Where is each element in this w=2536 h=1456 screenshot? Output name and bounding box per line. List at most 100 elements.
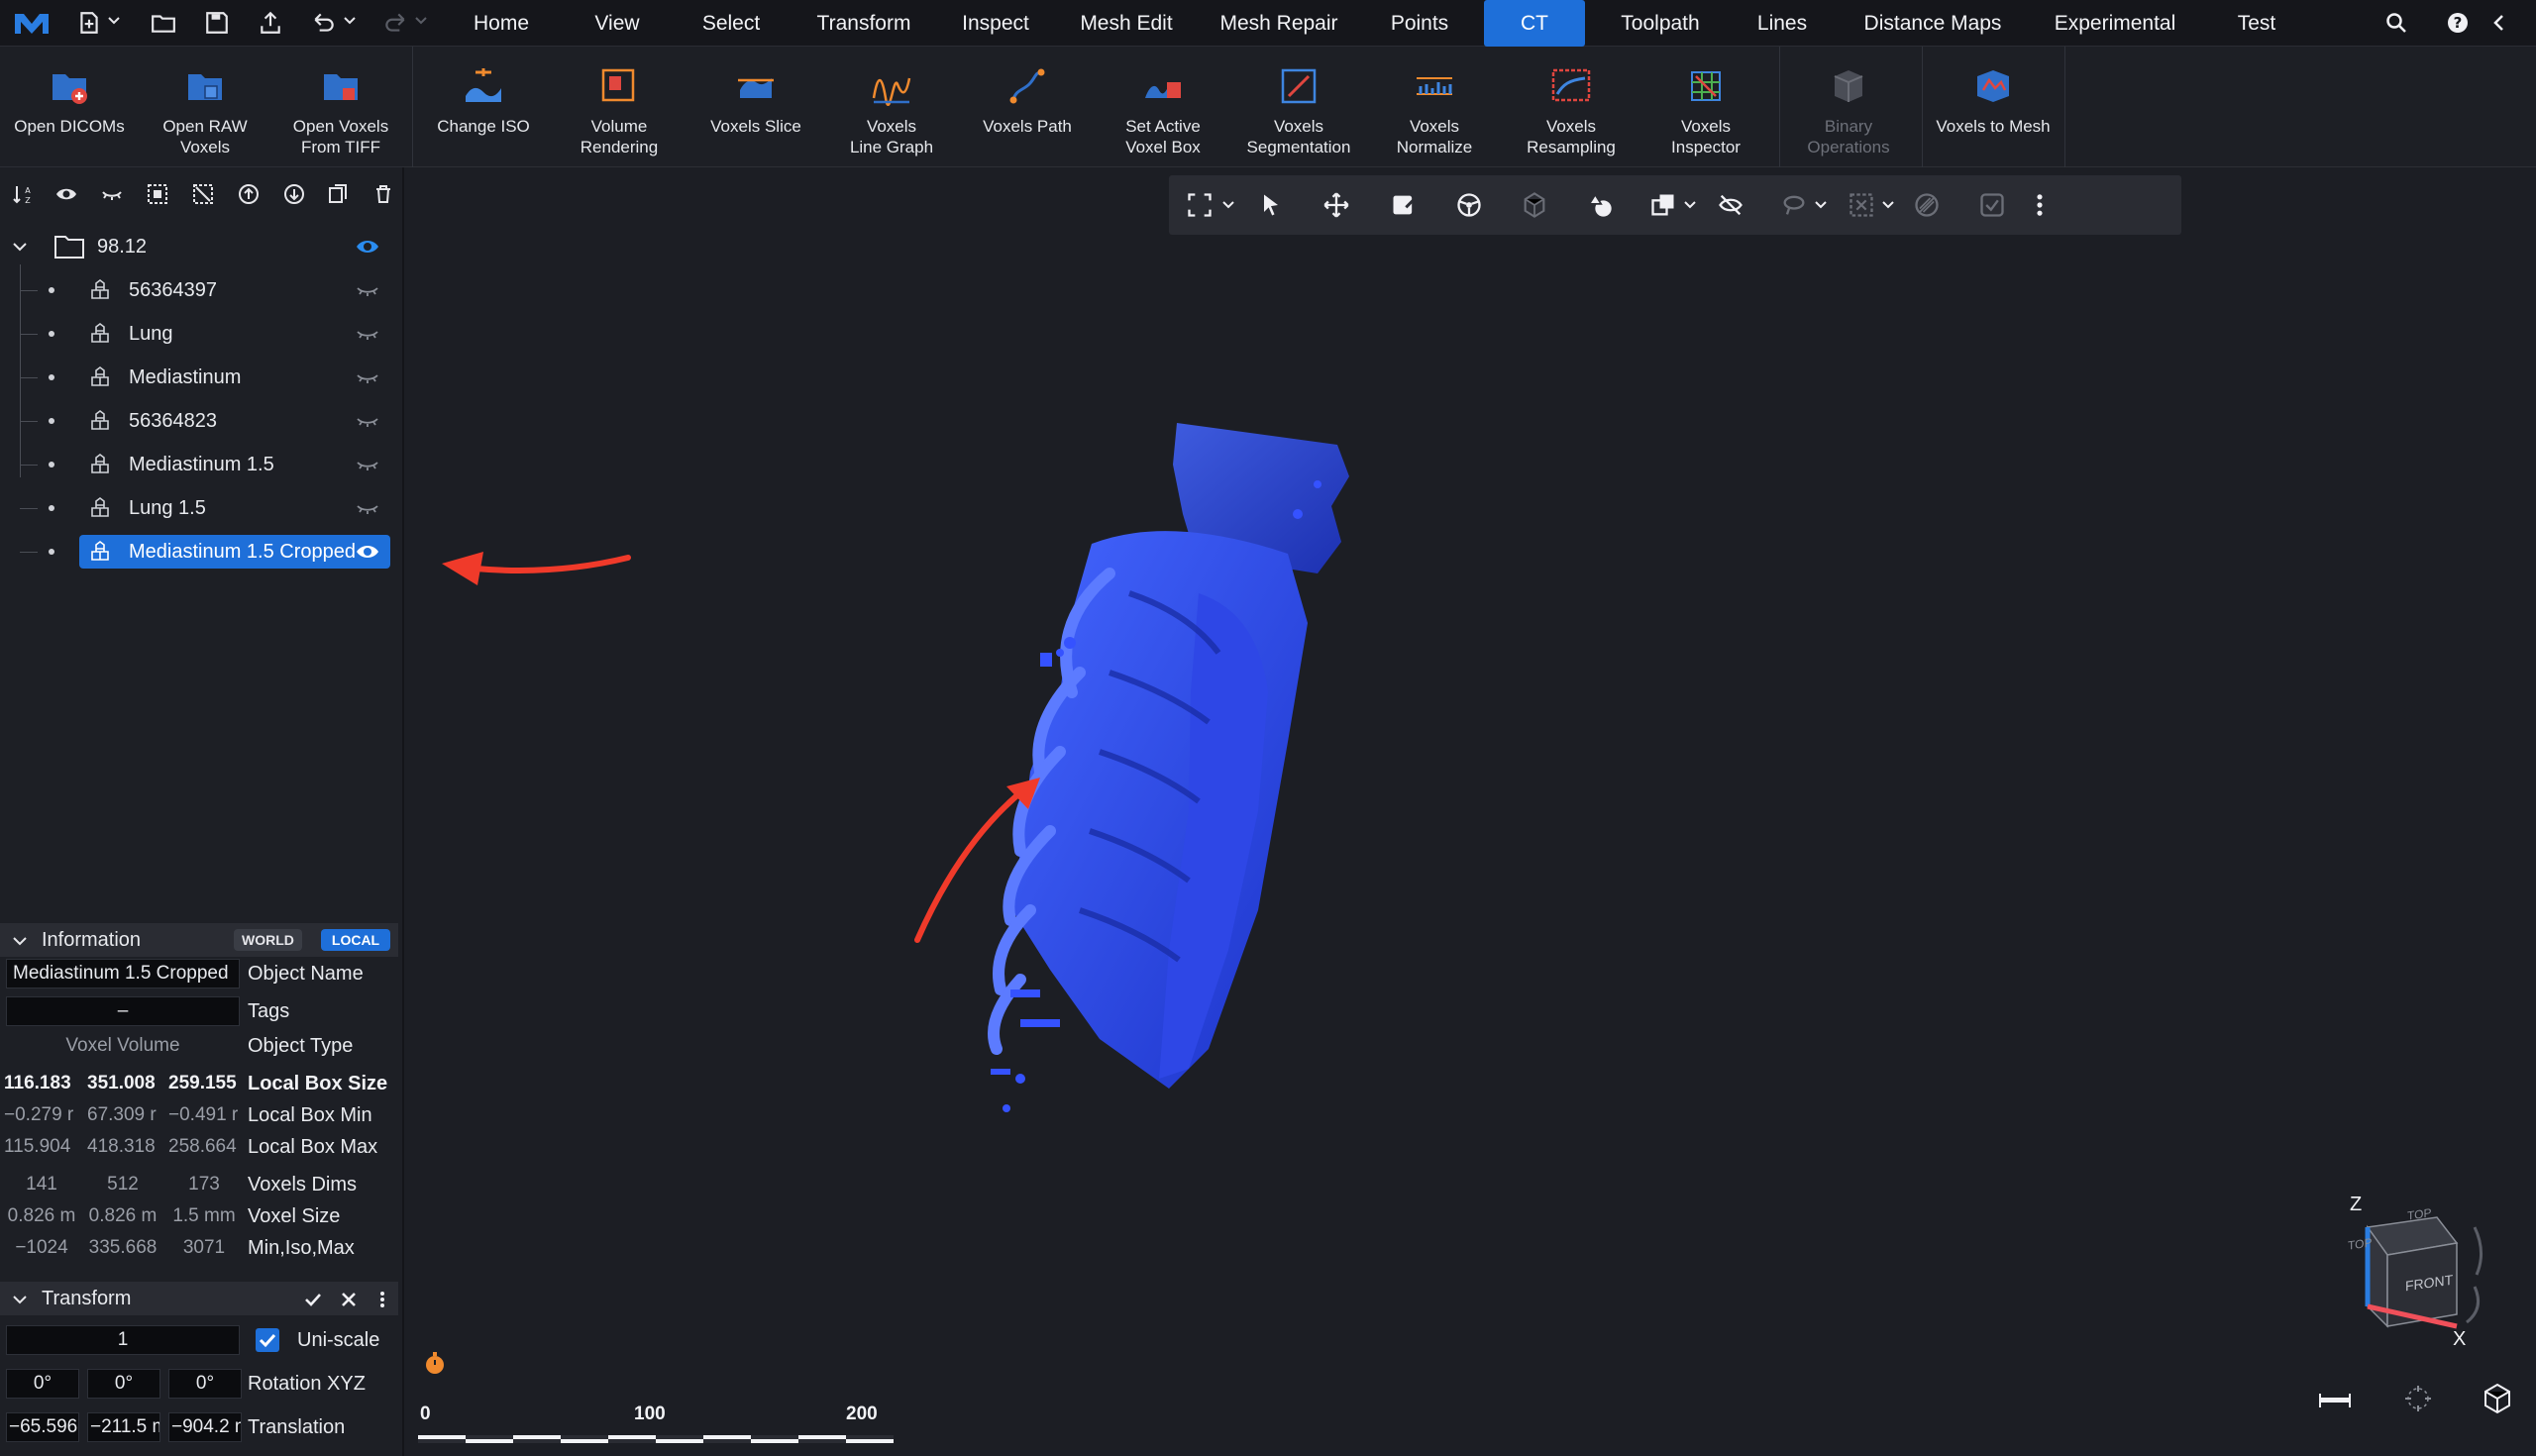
- no-select-icon[interactable]: [1912, 190, 1942, 220]
- show-icon[interactable]: [52, 179, 81, 209]
- export-icon[interactable]: [254, 8, 287, 38]
- menu-toolpath[interactable]: Toolpath: [1609, 0, 1712, 47]
- lasso-icon[interactable]: [1779, 190, 1809, 220]
- translation-x-field[interactable]: −65.596: [6, 1412, 79, 1442]
- voxels-inspector-button[interactable]: Voxels Inspector: [1638, 47, 1773, 167]
- hide-section-icon[interactable]: [1716, 190, 1745, 220]
- fit-view-icon[interactable]: [1185, 190, 1215, 220]
- voxels-line-graph-button[interactable]: Voxels Line Graph: [826, 47, 957, 167]
- steering-icon[interactable]: [1454, 190, 1484, 220]
- chevron-down-icon[interactable]: [12, 1292, 28, 1307]
- binary-operations-button[interactable]: Binary Operations: [1781, 47, 1916, 167]
- checkbox-icon[interactable]: [1977, 190, 2007, 220]
- timer-icon[interactable]: [422, 1350, 448, 1376]
- tree-item-selected[interactable]: Mediastinum 1.5 Cropped: [0, 535, 396, 569]
- menu-inspect[interactable]: Inspect: [953, 0, 1038, 47]
- eye-hidden-icon[interactable]: [355, 322, 380, 346]
- transform-header[interactable]: Transform: [0, 1282, 398, 1315]
- voxels-normalize-button[interactable]: Voxels Normalize: [1367, 47, 1502, 167]
- menu-ct[interactable]: CT: [1484, 0, 1585, 47]
- mesh-gear-icon[interactable]: [1520, 190, 1549, 220]
- rotation-z-field[interactable]: 0°: [168, 1369, 242, 1399]
- cube-view-icon[interactable]: [2481, 1382, 2514, 1415]
- save-icon[interactable]: [200, 8, 234, 38]
- chevron-down-icon[interactable]: [12, 239, 28, 255]
- voxels-slice-button[interactable]: Voxels Slice: [689, 47, 822, 167]
- chevron-down-icon[interactable]: [107, 14, 121, 28]
- eye-hidden-icon[interactable]: [355, 453, 380, 476]
- pointer-icon[interactable]: [1256, 190, 1286, 220]
- rotation-y-field[interactable]: 0°: [87, 1369, 160, 1399]
- edit-object-icon[interactable]: [1389, 190, 1419, 220]
- voxels-path-button[interactable]: Voxels Path: [961, 47, 1094, 167]
- hide-icon[interactable]: [97, 179, 127, 209]
- menu-test[interactable]: Test: [2223, 0, 2290, 47]
- chevron-down-icon[interactable]: [414, 14, 428, 28]
- menu-transform[interactable]: Transform: [804, 0, 923, 47]
- tree-item[interactable]: Mediastinum: [0, 361, 396, 394]
- eye-visible-icon[interactable]: [355, 235, 380, 259]
- chevron-down-icon[interactable]: [1880, 197, 1896, 213]
- translation-z-field[interactable]: −904.2 m: [168, 1412, 242, 1442]
- eye-visible-icon[interactable]: [355, 540, 380, 564]
- app-logo-icon[interactable]: [8, 8, 55, 38]
- help-icon[interactable]: ?: [2443, 8, 2473, 38]
- object-name-field[interactable]: Mediastinum 1.5 Cropped: [6, 959, 240, 988]
- local-toggle[interactable]: LOCAL: [321, 929, 390, 951]
- translation-y-field[interactable]: −211.5 m: [87, 1412, 160, 1442]
- menu-lines[interactable]: Lines: [1749, 0, 1815, 47]
- open-raw-voxels-button[interactable]: Open RAW Voxels: [141, 47, 269, 167]
- menu-mesh-repair[interactable]: Mesh Repair: [1215, 0, 1343, 47]
- 3d-viewport[interactable]: 0 100 200 TOP TOP FRONT Z X: [406, 167, 2536, 1456]
- open-dicoms-button[interactable]: Open DICOMs: [4, 47, 135, 167]
- delete-icon[interactable]: [369, 179, 398, 209]
- rotation-x-field[interactable]: 0°: [6, 1369, 79, 1399]
- tree-item[interactable]: Lung: [0, 317, 396, 351]
- collapse-chevron-icon[interactable]: [2484, 8, 2514, 38]
- information-header[interactable]: Information WORLD LOCAL: [0, 923, 398, 957]
- volume-rendering-button[interactable]: Volume Rendering: [553, 47, 686, 167]
- move-icon[interactable]: [1321, 190, 1351, 220]
- redo-icon[interactable]: [380, 8, 410, 38]
- orbit-center-icon[interactable]: [2401, 1382, 2435, 1415]
- menu-experimental[interactable]: Experimental: [2043, 0, 2187, 47]
- ruler-icon[interactable]: [2318, 1388, 2352, 1411]
- open-voxels-from-tiff-button[interactable]: Open Voxels From TIFF: [275, 47, 406, 167]
- menu-points[interactable]: Points: [1379, 0, 1460, 47]
- chevron-down-icon[interactable]: [343, 14, 357, 28]
- world-toggle[interactable]: WORLD: [234, 929, 302, 951]
- eye-hidden-icon[interactable]: [355, 278, 380, 302]
- uniscale-checkbox[interactable]: [256, 1328, 279, 1352]
- move-down-icon[interactable]: [279, 179, 309, 209]
- more-vertical-icon[interactable]: [372, 1290, 392, 1309]
- undo-icon[interactable]: [309, 8, 339, 38]
- select-all-icon[interactable]: [143, 179, 172, 209]
- new-file-icon[interactable]: [73, 8, 105, 38]
- voxels-resampling-button[interactable]: Voxels Resampling: [1504, 47, 1638, 167]
- tags-field[interactable]: –: [6, 996, 240, 1026]
- shapes-icon[interactable]: [1585, 190, 1615, 220]
- check-icon[interactable]: [303, 1290, 323, 1309]
- chevron-down-icon[interactable]: [1813, 197, 1829, 213]
- menu-select[interactable]: Select: [693, 0, 769, 47]
- move-up-icon[interactable]: [234, 179, 264, 209]
- eye-hidden-icon[interactable]: [355, 365, 380, 389]
- deselect-icon[interactable]: [188, 179, 218, 209]
- duplicate-icon[interactable]: [323, 179, 353, 209]
- more-vertical-icon[interactable]: [2025, 190, 2055, 220]
- chevron-down-icon[interactable]: [1220, 197, 1236, 213]
- eye-hidden-icon[interactable]: [355, 496, 380, 520]
- eye-hidden-icon[interactable]: [355, 409, 380, 433]
- tree-item[interactable]: 56364397: [0, 273, 396, 307]
- chevron-down-icon[interactable]: [1682, 197, 1698, 213]
- menu-mesh-edit[interactable]: Mesh Edit: [1072, 0, 1181, 47]
- search-icon[interactable]: [2381, 8, 2411, 38]
- menu-distance-maps[interactable]: Distance Maps: [1854, 0, 2011, 47]
- voxel-model[interactable]: [961, 395, 1912, 1336]
- open-folder-icon[interactable]: [147, 8, 180, 38]
- voxels-to-mesh-button[interactable]: Voxels to Mesh: [1926, 47, 2060, 167]
- chevron-down-icon[interactable]: [12, 933, 28, 949]
- tree-item[interactable]: 56364823: [0, 404, 396, 438]
- set-active-voxel-box-button[interactable]: Set Active Voxel Box: [1098, 47, 1228, 167]
- voxels-segmentation-button[interactable]: Voxels Segmentation: [1232, 47, 1365, 167]
